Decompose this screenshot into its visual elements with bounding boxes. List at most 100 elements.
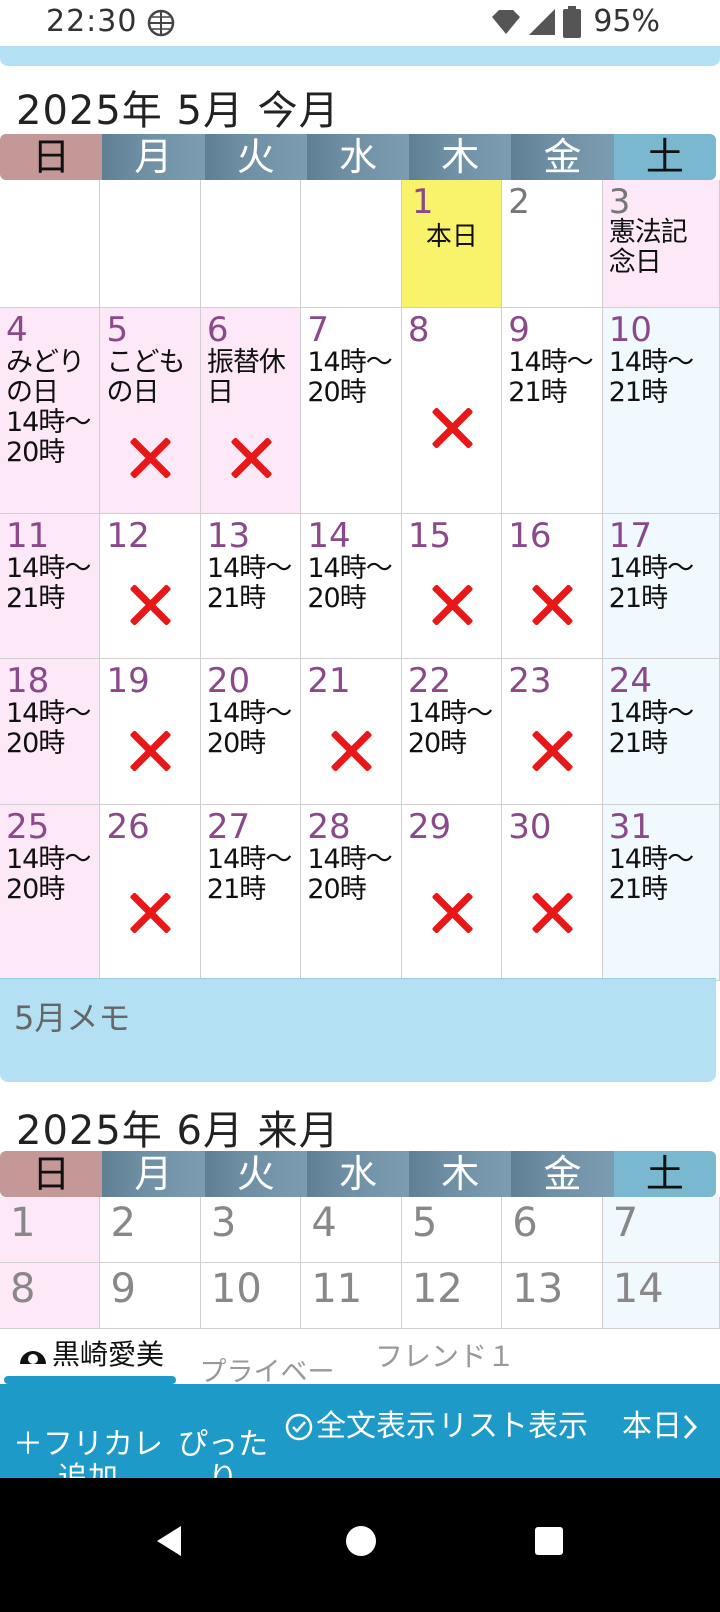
tab-friend-1[interactable]: フレンド１ [370,1342,520,1372]
day-cell[interactable]: 13 14時〜 21時 [200,514,302,659]
day-cell-text: 14時〜 21時 [608,553,694,614]
calendar-week-row: 18 14時〜 20時 19 20 14時〜 20時 21 22 14時〜 20時 23 24 14… [0,659,720,805]
list-view-button[interactable]: リスト表示 [438,1410,588,1444]
day-cell[interactable]: 5 こども の日 [100,308,201,514]
day-cell[interactable]: 13 [502,1263,603,1329]
day-number: 17 [608,516,652,556]
day-cell[interactable]: 9 14時〜 21時 [502,308,603,514]
status-icons: 95% [491,4,660,39]
calendar-week-row: 11 14時〜 21時 12 13 14時〜 21時 14 14時〜 20時 15 16 17 14… [0,514,720,659]
day-cell[interactable]: 10 [200,1263,302,1329]
full-text-view-button[interactable]: 全文表示 [284,1410,436,1444]
calendar-week-row: 1 本日 2 3 憲法記 念日 [0,180,720,308]
day-cell[interactable]: 2 [502,180,603,308]
day-cell[interactable]: 10 14時〜 21時 [602,308,720,514]
day-cell[interactable]: 18 14時〜 20時 [0,659,101,805]
day-cell[interactable]: 1 本日 [401,180,503,308]
day-cell[interactable]: 11 [301,1263,402,1329]
empty-day-cell [0,180,101,308]
unavailable-x-icon [430,583,474,627]
unavailable-x-icon [530,891,574,935]
day-cell-text: 14時〜 21時 [608,347,694,408]
weekday-header-cell: 月 [102,1151,205,1197]
day-number: 21 [307,661,351,701]
day-number: 10 [608,310,652,350]
home-icon[interactable] [344,1524,378,1558]
day-cell[interactable]: 23 [502,659,603,805]
day-cell[interactable]: 16 [502,514,603,659]
day-number: 20 [206,661,251,701]
unavailable-x-icon [229,436,273,480]
day-cell[interactable]: 7 14時〜 20時 [301,308,402,514]
day-cell[interactable]: 28 14時〜 20時 [301,805,402,981]
day-number: 16 [508,516,552,556]
day-cell[interactable]: 15 [401,514,503,659]
day-cell[interactable]: 25 14時〜 20時 [0,805,101,981]
day-cell[interactable]: 5 [401,1197,503,1263]
day-cell[interactable]: 17 14時〜 21時 [602,514,720,659]
back-icon[interactable] [154,1524,184,1558]
day-cell[interactable]: 6 [502,1197,603,1263]
unavailable-x-icon [128,583,172,627]
day-cell[interactable]: 4 [301,1197,402,1263]
weekday-header-cell: 火 [204,134,307,180]
day-cell-text: こども の日 [106,347,185,408]
day-cell[interactable]: 4 みどり の日 14時〜 20時 [0,308,101,514]
calendar-week-row: 25 14時〜 20時 26 27 14時〜 21時 28 14時〜 20時 29 30 31 14… [0,805,720,981]
empty-day-cell [200,180,302,308]
day-cell[interactable]: 24 14時〜 21時 [602,659,720,805]
day-number: 29 [407,807,452,847]
day-cell[interactable]: 26 [100,805,201,981]
recents-icon[interactable] [534,1526,564,1556]
calendar-week-row: 1 2 3 4 5 6 7 [0,1197,720,1263]
day-cell[interactable]: 3 憲法記 念日 [602,180,720,308]
may-weekday-header: 日月火水木金土 [0,134,716,180]
weekday-header-cell: 土 [613,134,716,180]
day-cell[interactable]: 29 [401,805,503,981]
day-cell-text: 14時〜 21時 [206,844,292,905]
day-number: 18 [6,661,50,701]
day-cell-text: 憲法記 念日 [608,217,688,278]
unavailable-x-icon [430,891,474,935]
may-memo[interactable]: 5月メモ [0,978,716,1082]
day-cell[interactable]: 12 [100,514,201,659]
day-cell-text: みどり の日 14時〜 20時 [6,347,91,468]
day-number: 23 [508,661,552,701]
day-cell-text: 14時〜 20時 [206,698,292,759]
day-cell[interactable]: 14 [602,1263,720,1329]
day-number: 26 [106,807,150,847]
day-number: 5 [106,310,129,350]
day-cell[interactable]: 27 14時〜 21時 [200,805,302,981]
day-number: 9 [508,310,530,350]
day-cell[interactable]: 20 14時〜 20時 [200,659,302,805]
day-cell-text: 14時〜 20時 [6,698,91,759]
unavailable-x-icon [128,891,172,935]
day-cell[interactable]: 21 [301,659,402,805]
day-cell[interactable]: 6 振替休 日 [200,308,302,514]
day-cell[interactable]: 12 [401,1263,503,1329]
day-number: 12 [106,516,150,556]
day-number: 4 [6,310,28,350]
bottom-toolbar: ＋フリカレ 追加 ぴったり 表示 全文表示 リスト表示 本日 [0,1384,720,1530]
day-cell-text: 14時〜 21時 [508,347,593,408]
status-bar: 22:30 95% [0,0,720,46]
day-cell[interactable]: 22 14時〜 20時 [401,659,503,805]
day-cell[interactable]: 1 [0,1197,101,1263]
day-cell-text: 14時〜 20時 [307,347,392,408]
day-cell[interactable]: 8 [401,308,503,514]
day-cell[interactable]: 2 [100,1197,201,1263]
day-cell[interactable]: 7 [602,1197,720,1263]
day-cell[interactable]: 19 [100,659,201,805]
tab-kurosaki[interactable]: 黒崎愛美 [18,1340,164,1370]
day-number: 2 [508,182,530,222]
day-cell[interactable]: 8 [0,1263,101,1329]
day-cell[interactable]: 14 14時〜 20時 [301,514,402,659]
unavailable-x-icon [530,583,574,627]
day-cell[interactable]: 31 14時〜 21時 [602,805,720,981]
day-cell-text: 14時〜 21時 [206,553,292,614]
day-cell[interactable]: 9 [100,1263,201,1329]
today-button[interactable]: 本日 [622,1410,698,1444]
day-cell[interactable]: 3 [200,1197,302,1263]
day-cell[interactable]: 30 [502,805,603,981]
day-cell[interactable]: 11 14時〜 21時 [0,514,101,659]
